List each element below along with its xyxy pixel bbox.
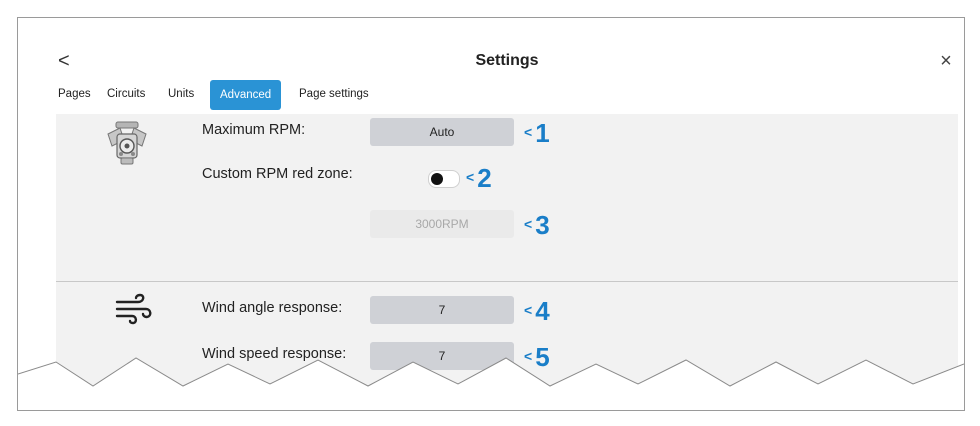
red-zone-label: Custom RPM red zone: bbox=[202, 166, 353, 182]
page-title: Settings bbox=[475, 52, 539, 69]
callout-chevron-icon: < bbox=[524, 216, 533, 232]
toggle-knob bbox=[431, 173, 443, 185]
callout-3: <3 bbox=[524, 210, 550, 240]
callout-2: <2 bbox=[466, 163, 492, 193]
torn-edge-decoration bbox=[18, 357, 964, 410]
max-rpm-label: Maximum RPM: bbox=[202, 122, 306, 138]
title-bar: < Settings × bbox=[56, 46, 958, 76]
callout-chevron-icon: < bbox=[524, 302, 533, 318]
close-icon: × bbox=[940, 50, 952, 72]
red-zone-field: 3000RPM bbox=[370, 210, 514, 238]
tab-advanced[interactable]: Advanced bbox=[210, 80, 282, 110]
settings-content: Maximum RPM: Auto <1 Custom RPM red zone… bbox=[56, 114, 958, 386]
callout-1: <1 bbox=[524, 118, 550, 148]
max-rpm-field[interactable]: Auto bbox=[370, 118, 514, 146]
wind-icon bbox=[115, 293, 152, 325]
tab-circuits[interactable]: Circuits bbox=[107, 80, 145, 108]
engine-icon bbox=[107, 121, 147, 165]
wind-angle-field[interactable]: 7 bbox=[370, 296, 514, 324]
tab-pages[interactable]: Pages bbox=[58, 80, 91, 108]
callout-4: <4 bbox=[524, 296, 550, 326]
tab-page-settings[interactable]: Page settings bbox=[299, 80, 369, 108]
callout-chevron-icon: < bbox=[466, 169, 475, 185]
callout-chevron-icon: < bbox=[524, 124, 533, 140]
section-divider bbox=[56, 281, 958, 282]
screenshot-frame: < Settings × Pages Circuits Units Advanc… bbox=[17, 17, 965, 411]
wind-angle-label: Wind angle response: bbox=[202, 300, 343, 316]
tab-units[interactable]: Units bbox=[168, 80, 194, 108]
settings-dialog: < Settings × Pages Circuits Units Advanc… bbox=[56, 46, 958, 386]
red-zone-toggle[interactable] bbox=[428, 170, 460, 188]
close-button[interactable]: × bbox=[936, 50, 956, 72]
